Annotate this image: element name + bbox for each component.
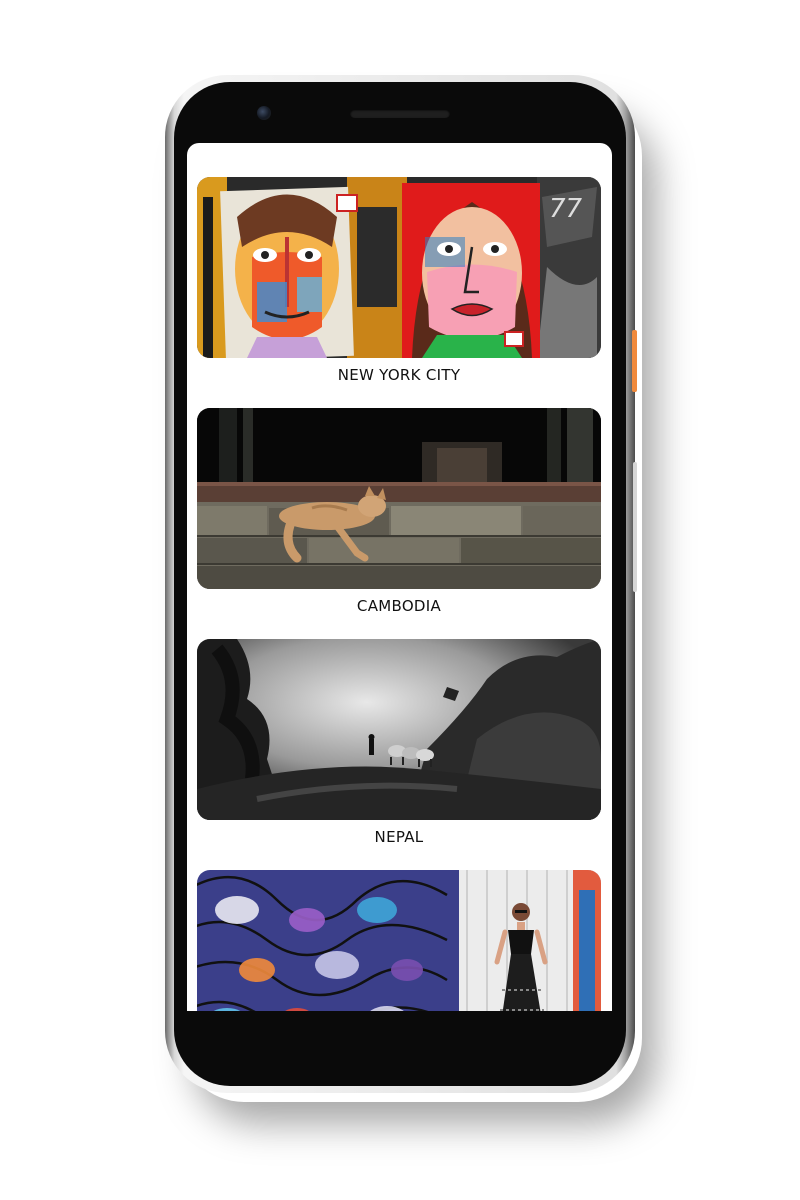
mockup-stage: 77 NEW YORK CITY CAMBODIA NEPAL [0,0,800,1200]
card-title: NEPAL [374,828,424,846]
power-button[interactable] [632,330,637,392]
gallery-card-mural[interactable] [197,870,601,1011]
svg-text:77: 77 [549,194,583,224]
street-art-faces-image[interactable]: 77 [197,177,601,358]
volume-rocker[interactable] [633,462,637,592]
sleeping-cat-image[interactable] [197,408,601,589]
card-title: NEW YORK CITY [337,366,461,384]
app-screen: 77 NEW YORK CITY CAMBODIA NEPAL [187,143,612,1011]
misty-mountain-image[interactable] [197,639,601,820]
earpiece-speaker [350,109,450,118]
gallery-card-nepal[interactable]: NEPAL [197,639,601,847]
colorful-mural-image[interactable] [197,870,601,1011]
front-camera-icon [257,106,271,120]
gallery-card-cambodia[interactable]: CAMBODIA [197,408,601,616]
gallery-card-new-york-city[interactable]: 77 NEW YORK CITY [197,177,601,385]
card-title: CAMBODIA [356,597,442,615]
